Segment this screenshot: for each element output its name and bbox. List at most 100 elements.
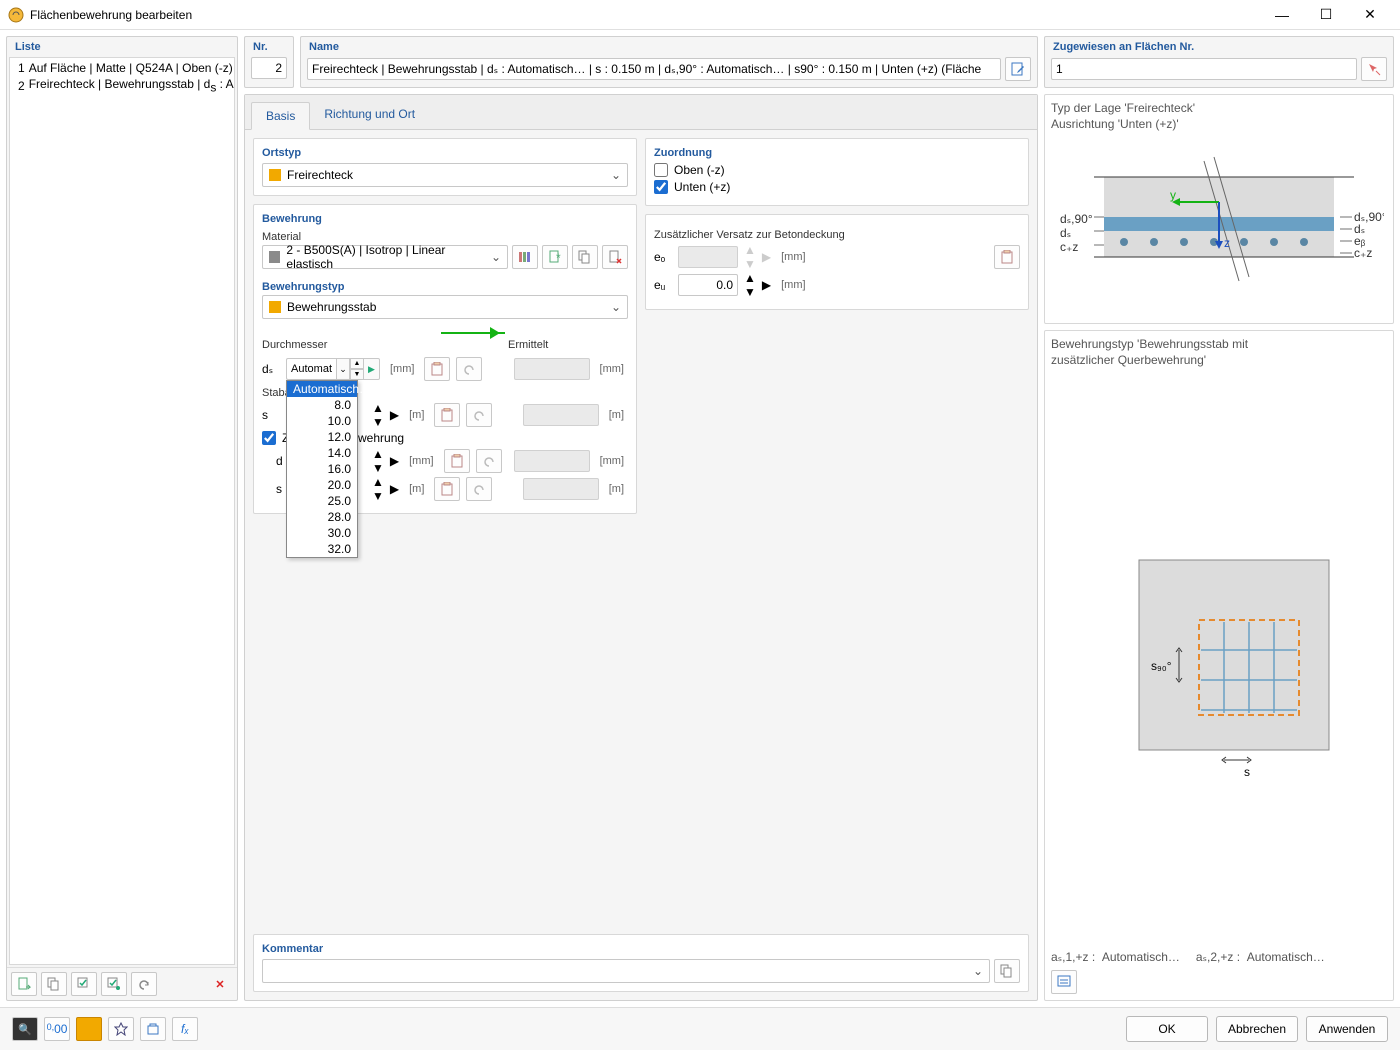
undo-button[interactable] — [466, 477, 492, 501]
zusatz-checkbox[interactable] — [262, 431, 276, 445]
tab-basis[interactable]: Basis — [251, 102, 310, 130]
spin-up: ▲ — [744, 243, 756, 257]
list-check-button[interactable] — [71, 972, 97, 996]
name-edit-button[interactable] — [1005, 57, 1031, 81]
clipboard-button[interactable] — [444, 449, 470, 473]
dropdown-option[interactable]: 25.0 — [287, 493, 357, 509]
chevron-down-icon: ⌄ — [611, 168, 621, 182]
spin-down[interactable]: ▼ — [372, 489, 384, 503]
dropdown-option[interactable]: 20.0 — [287, 477, 357, 493]
close-button[interactable]: ✕ — [1348, 0, 1392, 30]
maximize-button[interactable]: ☐ — [1304, 0, 1348, 30]
apply-button[interactable]: Anwenden — [1306, 1016, 1388, 1042]
apply-icon[interactable]: ▶ — [390, 482, 399, 496]
ortstyp-label: Ortstyp — [262, 147, 628, 159]
dropdown-option[interactable]: 28.0 — [287, 509, 357, 525]
tool-button[interactable] — [108, 1017, 134, 1041]
ortstyp-select[interactable]: Freirechteck ⌄ — [262, 163, 628, 187]
material-select[interactable]: 2 - B500S(A) | Isotrop | Linear elastisc… — [262, 245, 508, 269]
list-item[interactable]: 1 Auf Fläche | Matte | Q524A | Oben (-z)… — [10, 60, 234, 76]
dropdown-option[interactable]: 14.0 — [287, 445, 357, 461]
dropdown-option[interactable]: 8.0 — [287, 397, 357, 413]
versatz-label: Zusätzlicher Versatz zur Betondeckung — [654, 229, 1020, 241]
material-library-button[interactable] — [512, 245, 538, 269]
spin-down[interactable]: ▼ — [350, 369, 364, 380]
spin-down[interactable]: ▼ — [744, 285, 756, 299]
dropdown-option[interactable]: 30.0 — [287, 525, 357, 541]
undo-button[interactable] — [476, 449, 502, 473]
list-copy-button[interactable] — [41, 972, 67, 996]
clipboard-button[interactable] — [424, 357, 450, 381]
apply-icon[interactable]: ▶ — [390, 408, 399, 422]
chevron-down-icon: ⌄ — [611, 300, 621, 314]
nr-label: Nr. — [245, 37, 293, 57]
apply-icon[interactable]: ▶ — [762, 278, 771, 292]
eu-input[interactable] — [678, 274, 738, 296]
bewehrungstyp-select[interactable]: Bewehrungsstab ⌄ — [262, 295, 628, 319]
name-label: Name — [301, 37, 1037, 57]
material-delete-button[interactable] — [602, 245, 628, 269]
spin-up[interactable]: ▲ — [744, 271, 756, 285]
tool2-button[interactable] — [140, 1017, 166, 1041]
material-copy-button[interactable] — [572, 245, 598, 269]
ok-button[interactable]: OK — [1126, 1016, 1208, 1042]
undo-button[interactable] — [466, 403, 492, 427]
apply-icon[interactable]: ▶ — [390, 454, 399, 468]
help-button[interactable]: 🔍 — [12, 1017, 38, 1041]
assigned-pick-button[interactable] — [1361, 57, 1387, 81]
s-label: s — [262, 408, 280, 422]
ermittelt-value — [514, 450, 590, 472]
dropdown-option[interactable]: 12.0 — [287, 429, 357, 445]
clipboard-button[interactable] — [434, 403, 460, 427]
list-body[interactable]: 1 Auf Fläche | Matte | Q524A | Oben (-z)… — [9, 57, 235, 965]
tabs: Basis Richtung und Ort — [245, 95, 1037, 130]
list-delete-button[interactable]: ✕ — [207, 972, 233, 996]
clipboard-button[interactable] — [994, 245, 1020, 269]
spin-up[interactable]: ▲ — [372, 401, 384, 415]
spin-up[interactable]: ▲ — [372, 475, 384, 489]
kommentar-copy-button[interactable] — [994, 959, 1020, 983]
fx-button[interactable]: fₓ — [172, 1017, 198, 1041]
spin-down[interactable]: ▼ — [372, 415, 384, 429]
ds-dropdown[interactable]: Automatisch… 8.0 10.0 12.0 14.0 16.0 20.… — [286, 380, 358, 558]
bewehrungstyp-label: Bewehrungstyp — [262, 281, 628, 293]
spin-down[interactable]: ▼ — [372, 461, 384, 475]
list-label: Liste — [7, 37, 237, 57]
durchmesser-label: Durchmesser — [262, 339, 508, 351]
window-title: Flächenbewehrung bearbeiten — [30, 8, 192, 22]
units-button[interactable]: 0,00 — [44, 1017, 70, 1041]
list-check2-button[interactable] — [101, 972, 127, 996]
list-new-button[interactable] — [11, 972, 37, 996]
swatch-icon — [269, 251, 280, 263]
color-button[interactable] — [76, 1017, 102, 1041]
spin-up[interactable]: ▲ — [350, 358, 364, 369]
clipboard-button[interactable] — [434, 477, 460, 501]
dropdown-option[interactable]: 16.0 — [287, 461, 357, 477]
cancel-button[interactable]: Abbrechen — [1216, 1016, 1298, 1042]
preview-settings-button[interactable] — [1051, 970, 1077, 994]
nr-input[interactable] — [251, 57, 287, 79]
chevron-down-icon: ⌄ — [973, 964, 983, 978]
assigned-input[interactable] — [1051, 58, 1357, 80]
list-undo-button[interactable] — [131, 972, 157, 996]
oben-checkbox[interactable] — [654, 163, 668, 177]
dropdown-option[interactable]: 32.0 — [287, 541, 357, 557]
svg-text:s₉₀°: s₉₀° — [1151, 659, 1172, 673]
unten-checkbox[interactable] — [654, 180, 668, 194]
list-item[interactable]: 2 Freirechteck | Bewehrungsstab | ds : A… — [10, 76, 234, 95]
dropdown-option[interactable]: Automatisch… — [287, 381, 357, 397]
dropdown-option[interactable]: 10.0 — [287, 413, 357, 429]
name-input[interactable] — [307, 58, 1001, 80]
spin-down: ▼ — [744, 257, 756, 271]
s2-label: s — [262, 482, 280, 496]
material-new-button[interactable]: * — [542, 245, 568, 269]
ds-input[interactable] — [286, 358, 336, 380]
kommentar-select[interactable]: ⌄ — [262, 959, 990, 983]
undo-button[interactable] — [456, 357, 482, 381]
spin-up[interactable]: ▲ — [372, 447, 384, 461]
minimize-button[interactable]: — — [1260, 0, 1304, 30]
apply-icon[interactable]: ▶ — [364, 358, 380, 380]
bewehrung-label: Bewehrung — [262, 213, 628, 225]
chevron-down-icon[interactable]: ⌄ — [336, 358, 350, 380]
tab-richtung[interactable]: Richtung und Ort — [310, 101, 429, 129]
